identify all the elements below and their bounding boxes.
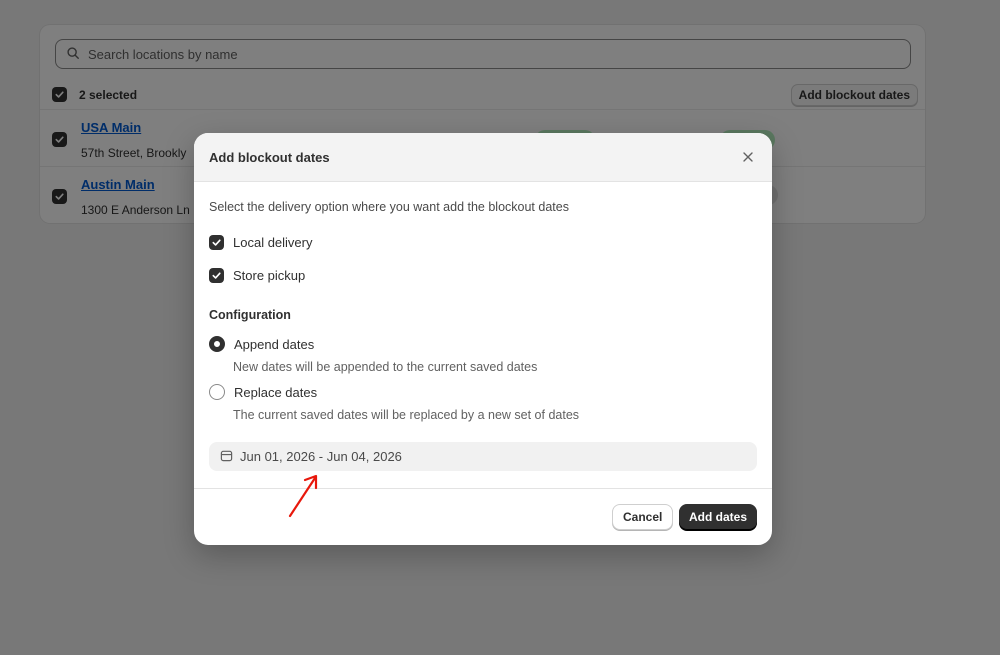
radio-unselected-icon[interactable] xyxy=(209,384,225,400)
store-pickup-checkbox[interactable]: Store pickup xyxy=(209,268,305,283)
radio-help-text: The current saved dates will be replaced… xyxy=(233,408,580,422)
radio-label: Replace dates xyxy=(234,384,318,400)
modal-title: Add blockout dates xyxy=(209,149,330,165)
modal-footer: Cancel Add dates xyxy=(194,488,772,545)
add-dates-button[interactable]: Add dates xyxy=(679,504,758,530)
checkbox-label: Local delivery xyxy=(233,235,313,250)
local-delivery-checkbox[interactable]: Local delivery xyxy=(209,235,313,250)
date-range-picker[interactable]: Jun 01, 2026 - Jun 04, 2026 xyxy=(209,442,757,471)
date-range-value: Jun 01, 2026 - Jun 04, 2026 xyxy=(240,449,402,464)
modal-description: Select the delivery option where you wan… xyxy=(209,200,569,214)
cancel-button[interactable]: Cancel xyxy=(612,504,674,530)
radio-label: Append dates xyxy=(234,336,315,352)
checkbox-label: Store pickup xyxy=(233,268,306,283)
checkmark-icon[interactable] xyxy=(209,235,224,250)
red-arrow-icon xyxy=(288,474,318,518)
radio-help-text: New dates will be appended to the curren… xyxy=(233,360,538,374)
close-button[interactable] xyxy=(738,147,758,167)
modal-body: Select the delivery option where you wan… xyxy=(194,182,772,488)
modal-header: Add blockout dates xyxy=(194,133,772,182)
configuration-heading: Configuration xyxy=(209,308,291,322)
append-dates-radio[interactable]: Append dates xyxy=(209,336,314,352)
replace-dates-radio[interactable]: Replace dates xyxy=(209,384,317,400)
add-blockout-dates-modal: Add blockout dates Select the delivery o… xyxy=(194,133,772,545)
checkmark-icon[interactable] xyxy=(209,268,224,283)
close-icon xyxy=(743,152,753,162)
radio-selected-icon[interactable] xyxy=(209,336,225,352)
calendar-icon xyxy=(220,449,233,465)
